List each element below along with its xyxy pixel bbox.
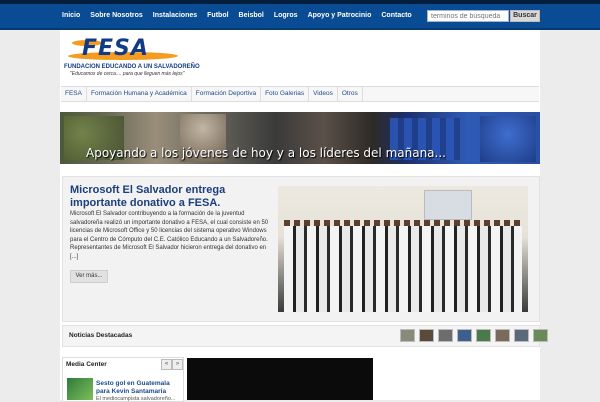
hero-banner: Apoyando a los jóvenes de hoy y a los lí… — [60, 112, 540, 164]
news-thumb[interactable] — [533, 329, 548, 342]
featured-article-body: Microsoft El Salvador contribuyendo a la… — [70, 211, 269, 260]
banner-tagline: Apoyando a los jóvenes de hoy y a los lí… — [86, 146, 446, 160]
nav-item-logros[interactable]: Logros — [274, 11, 298, 20]
subnav-item-fesa[interactable]: FESA — [61, 87, 87, 101]
search-button[interactable]: Buscar — [510, 10, 540, 22]
news-thumb[interactable] — [419, 329, 434, 342]
subnav-item-foto-galerias[interactable]: Foto Galerias — [261, 87, 310, 101]
subnav-item-otros[interactable]: Otros — [338, 87, 363, 101]
nav-item-sobre-nosotros[interactable]: Sobre Nosotros — [90, 11, 143, 20]
media-item-description: El mediocampista salvadoreño... — [96, 396, 176, 402]
news-thumb[interactable] — [438, 329, 453, 342]
logo-subtitle: FUNDACION EDUCANDO A UN SALVADOREÑO — [64, 64, 200, 70]
search-input[interactable] — [427, 10, 509, 22]
news-thumb[interactable] — [514, 329, 529, 342]
featured-article-title[interactable]: Microsoft El Salvador entrega importante… — [70, 184, 270, 210]
nav-item-inicio[interactable]: Inicio — [62, 11, 80, 20]
subnav-item-videos[interactable]: Videos — [309, 87, 338, 101]
news-thumb[interactable] — [476, 329, 491, 342]
media-prev-button[interactable]: « — [161, 359, 172, 370]
read-more-button[interactable]: Ver más... — [70, 270, 108, 283]
photo-projection-screen — [424, 190, 472, 220]
subnav-item-formacion-humana[interactable]: Formación Humana y Académica — [87, 87, 192, 101]
secondary-nav: FESA Formación Humana y Académica Formac… — [61, 86, 539, 102]
nav-item-apoyo[interactable]: Apoyo y Patrocinio — [308, 11, 372, 20]
subnav-item-formacion-deportiva[interactable]: Formación Deportiva — [192, 87, 262, 101]
featured-article-photo[interactable] — [278, 186, 528, 312]
nav-item-futbol[interactable]: Futbol — [207, 11, 228, 20]
logo-slogan: "Educamos de cerca.... para que lleguen … — [70, 71, 185, 77]
media-item-thumbnail[interactable] — [67, 378, 93, 400]
nav-item-contacto[interactable]: Contacto — [381, 11, 411, 20]
news-thumbnails — [400, 329, 548, 342]
news-thumb[interactable] — [400, 329, 415, 342]
news-thumb[interactable] — [457, 329, 472, 342]
banner-photo-players — [480, 116, 536, 162]
news-thumb[interactable] — [495, 329, 510, 342]
logo-brand: FESA — [82, 36, 149, 61]
video-player[interactable] — [187, 358, 373, 400]
nav-item-beisbol[interactable]: Beisbol — [239, 11, 264, 20]
photo-crowd — [284, 226, 522, 312]
media-next-button[interactable]: » — [172, 359, 183, 370]
main-nav: Inicio Sobre Nosotros Instalaciones Futb… — [62, 11, 412, 20]
media-center-title: Media Center — [66, 361, 107, 368]
media-item-title[interactable]: Sesto gol en Guatemala para Kevin Santam… — [96, 380, 180, 396]
nav-item-instalaciones[interactable]: Instalaciones — [153, 11, 197, 20]
featured-news-label: Noticias Destacadas — [69, 332, 133, 339]
fesa-logo[interactable]: FESA FUNDACION EDUCANDO A UN SALVADOREÑO… — [62, 32, 202, 78]
